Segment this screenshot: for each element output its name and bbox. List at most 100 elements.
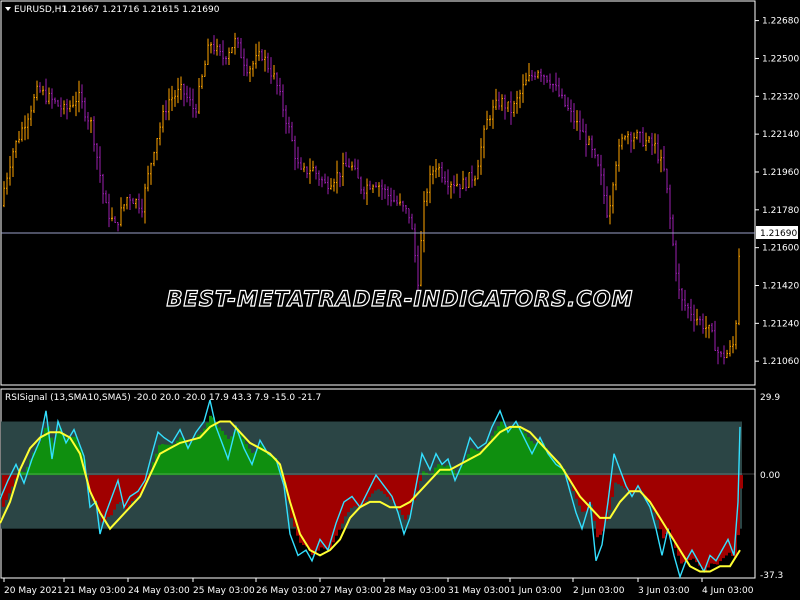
histogram-bar <box>38 442 41 476</box>
histogram-bar <box>422 471 425 476</box>
histogram-bar <box>731 475 734 556</box>
histogram-bar <box>158 445 161 476</box>
histogram-bar <box>320 475 323 548</box>
histogram-bar <box>347 475 350 513</box>
price-tick-label: 1.22320 <box>762 92 799 102</box>
histogram-bar <box>614 475 617 483</box>
ohlc-readout: 1.21667 1.21716 1.21615 1.21690 <box>62 5 220 15</box>
histogram-bar <box>467 454 470 476</box>
time-tick-label: 27 May 03:00 <box>320 586 382 596</box>
histogram-bar <box>485 445 488 476</box>
price-tick-label: 1.22140 <box>762 130 799 140</box>
price-tick-label: 1.22680 <box>762 17 799 27</box>
histogram-bar <box>257 448 260 476</box>
histogram-bar <box>704 475 707 572</box>
histogram-bar <box>314 475 317 554</box>
time-tick-label: 4 Jun 03:00 <box>702 586 754 596</box>
histogram-bar <box>596 475 599 538</box>
histogram-bar <box>578 475 581 506</box>
histogram-bar <box>512 426 515 476</box>
histogram-bar <box>197 434 200 476</box>
histogram-bar <box>503 424 506 476</box>
histogram-bar <box>308 475 311 551</box>
histogram-bar <box>56 433 59 476</box>
histogram-bar <box>203 428 206 476</box>
symbol-title: EURUSD,H1 <box>14 5 67 15</box>
histogram-bar <box>74 436 77 476</box>
histogram-bar <box>269 453 272 476</box>
histogram-bar <box>701 475 704 569</box>
histogram-bar <box>245 443 248 476</box>
histogram-bar <box>428 474 431 476</box>
histogram-bar <box>161 444 164 476</box>
histogram-bar <box>23 472 26 476</box>
histogram-bar <box>41 436 44 476</box>
histogram-bar <box>509 429 512 476</box>
indicator-tick-max: 29.9 <box>760 393 780 403</box>
histogram-bar <box>740 475 743 489</box>
histogram-bar <box>311 475 314 555</box>
main-chart[interactable]: EURUSD,H1 1.21667 1.21716 1.21615 1.2169… <box>0 0 800 600</box>
histogram-bar <box>677 475 680 556</box>
histogram-bar <box>173 443 176 476</box>
histogram-bar <box>404 475 407 520</box>
histogram-bar <box>116 475 119 505</box>
histogram-bar <box>686 475 689 561</box>
histogram-bar <box>473 449 476 476</box>
time-tick-label: 21 May 03:00 <box>64 586 126 596</box>
time-tick-label: 28 May 03:00 <box>384 586 446 596</box>
histogram-bar <box>707 475 710 568</box>
histogram-bar <box>692 475 695 559</box>
histogram-bar <box>359 475 362 508</box>
histogram-bar <box>482 448 485 476</box>
histogram-bar <box>716 475 719 565</box>
histogram-bar <box>629 475 632 492</box>
histogram-bar <box>689 475 692 560</box>
watermark: BEST-METATRADER-INDICATORS.COM <box>167 287 634 311</box>
price-tick-label: 1.21960 <box>762 168 799 178</box>
histogram-bar <box>326 475 329 550</box>
histogram-bar <box>644 475 647 496</box>
time-tick-label: 20 May 2021 <box>4 586 63 596</box>
histogram-bar <box>698 475 701 566</box>
histogram-bar <box>419 475 422 481</box>
time-tick-label: 1 Jun 03:00 <box>510 586 562 596</box>
time-tick-label: 26 May 03:00 <box>256 586 318 596</box>
histogram-bar <box>590 475 593 505</box>
histogram-bar <box>68 438 71 476</box>
histogram-bar <box>191 441 194 476</box>
histogram-bar <box>305 475 308 547</box>
histogram-bar <box>530 440 533 476</box>
time-tick-label: 25 May 03:00 <box>193 586 255 596</box>
histogram-bar <box>302 475 305 545</box>
indicator-tick-min: -37.3 <box>760 571 783 581</box>
histogram-bar <box>515 424 518 476</box>
histogram-bar <box>209 415 212 476</box>
histogram-bar <box>674 475 677 548</box>
histogram-bar <box>581 475 584 512</box>
histogram-bar <box>182 438 185 476</box>
price-tick-label: 1.21420 <box>762 282 799 292</box>
histogram-bar <box>488 441 491 476</box>
histogram-bar <box>323 475 326 549</box>
price-tick-label: 1.21780 <box>762 206 799 216</box>
histogram-bar <box>221 430 224 476</box>
price-tick-label: 1.21600 <box>762 244 799 254</box>
histogram-bar <box>59 428 62 476</box>
histogram-bar <box>695 475 698 563</box>
histogram-bar <box>200 432 203 476</box>
histogram-bar <box>386 475 389 497</box>
histogram-bar <box>584 475 587 512</box>
histogram-bar <box>662 475 665 539</box>
current-price-text: 1.21690 <box>760 229 797 239</box>
histogram-bar <box>95 475 98 503</box>
histogram-bar <box>683 475 686 562</box>
histogram-bar <box>668 475 671 530</box>
histogram-bar <box>398 475 401 510</box>
histogram-bar <box>500 421 503 476</box>
price-tick-label: 1.21060 <box>762 357 799 367</box>
histogram-bar <box>536 442 539 476</box>
histogram-bar <box>350 475 353 508</box>
histogram-bar <box>641 475 644 492</box>
histogram-bar <box>401 475 404 515</box>
